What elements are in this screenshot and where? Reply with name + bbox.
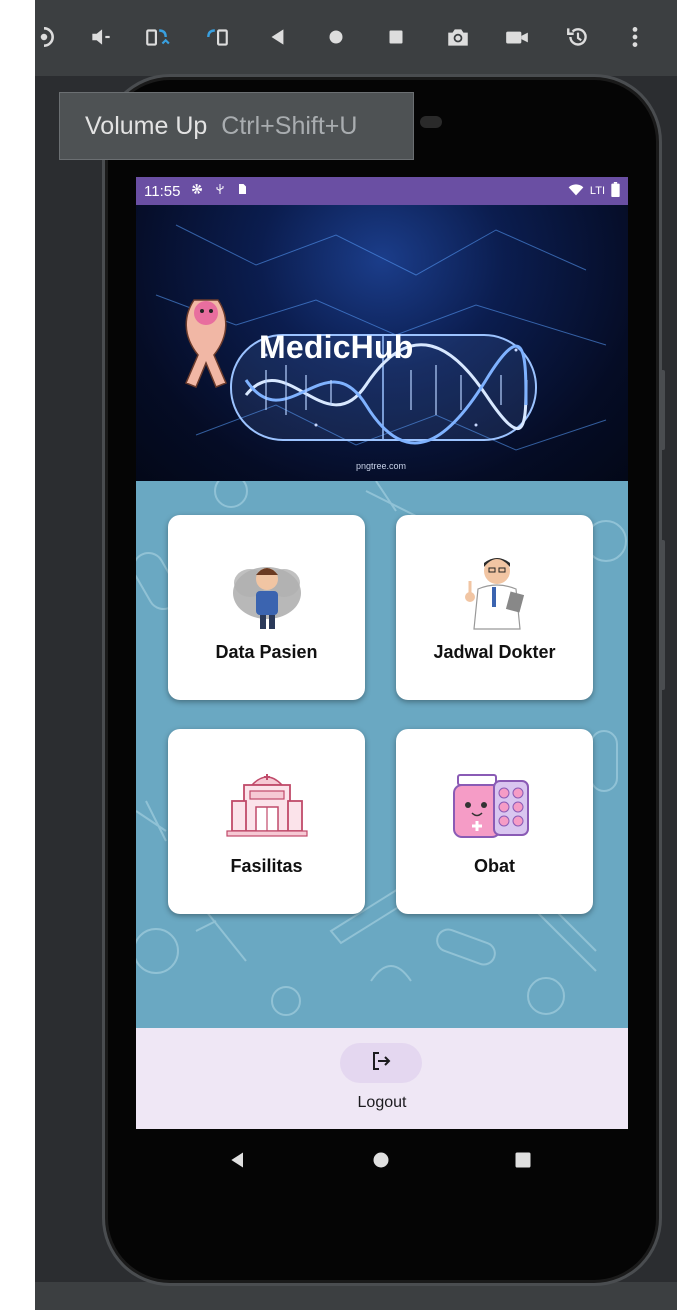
doctor-illustration [396,553,593,633]
menu-card-data-pasien[interactable]: Data Pasien [168,515,365,700]
logout-icon [369,1049,393,1078]
android-back-icon[interactable] [223,1145,253,1175]
emulator-toolbar [35,0,677,76]
menu-card-obat[interactable]: Obat [396,729,593,914]
more-icon[interactable] [620,22,650,52]
rotate-left-icon[interactable] [142,22,172,52]
menu-label-jadwal-dokter: Jadwal Dokter [433,642,556,662]
overview-icon[interactable] [381,22,411,52]
volume-up-tooltip: Volume Up Ctrl+Shift+U [59,92,414,160]
android-recents-icon[interactable] [508,1145,538,1175]
menu-label-obat: Obat [473,856,515,876]
menu-card-fasilitas[interactable]: Fasilitas [168,729,365,914]
tooltip-label: Volume Up [85,111,208,140]
logout-button[interactable] [340,1043,422,1083]
network-type: LTI [589,185,605,197]
device-volume-button [660,370,665,450]
device-power-button [660,540,665,690]
android-home-icon[interactable] [366,1145,396,1175]
status-time: 11:55 [144,182,181,200]
front-camera [420,116,442,128]
emulator-status-strip [35,1282,677,1310]
menu-card-jadwal-dokter[interactable]: Jadwal Dokter [396,515,593,700]
screenshot-icon[interactable] [443,22,473,52]
menu-label-fasilitas: Fasilitas [230,856,303,876]
logout-label: Logout [357,1094,407,1111]
rotate-right-icon[interactable] [202,22,232,52]
sd-card-icon [236,182,248,200]
header-banner: MedicHub pngtree.com [136,205,628,481]
battery-icon [611,182,620,200]
usb-debug-icon [214,182,226,200]
screen-record-icon[interactable] [502,22,532,52]
menu-background: Data Pasien Jadwal Dokter Fasilitas Obat [136,481,628,1028]
hospital-illustration [168,767,365,847]
medicine-illustration [396,767,593,847]
power-icon[interactable] [29,22,59,52]
wifi-icon [568,183,584,199]
image-credit: pngtree.com [356,461,407,471]
device-screen: 11:55 LTI MedicHub pngtree.com Data Pasi… [136,177,628,1129]
patient-illustration [168,553,365,633]
tooltip-shortcut: Ctrl+Shift+U [221,111,358,140]
back-icon[interactable] [263,22,293,52]
snapshots-icon[interactable] [563,22,593,52]
bottom-navigation: Logout [136,1028,628,1129]
app-title: MedicHub [259,329,414,365]
android-status-bar: 11:55 LTI [136,177,628,205]
awareness-ribbon-illustration [185,299,227,388]
settings-gear-icon [190,182,204,200]
home-icon[interactable] [321,22,351,52]
menu-label-data-pasien: Data Pasien [215,642,318,662]
volume-down-icon[interactable] [86,22,116,52]
